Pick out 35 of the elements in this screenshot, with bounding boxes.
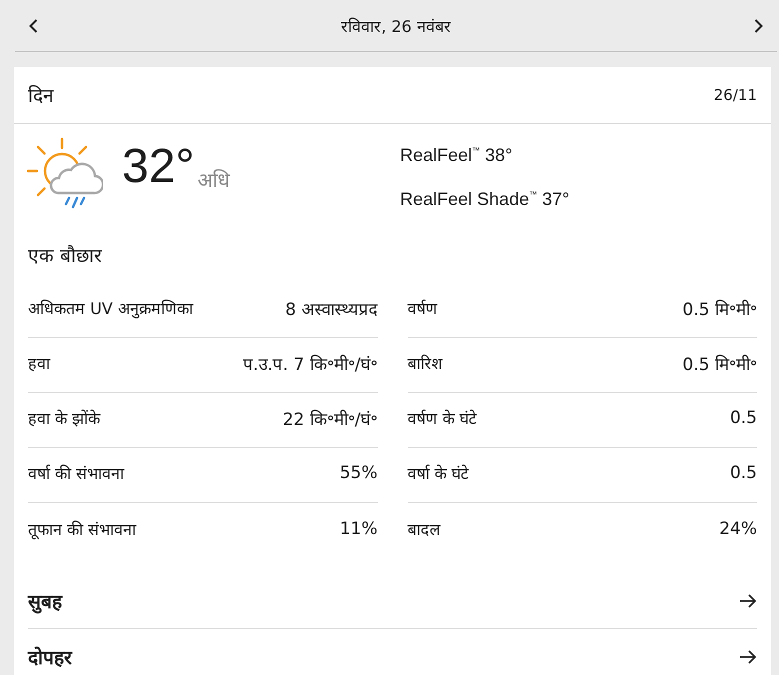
weather-phrase: एक बौछार bbox=[28, 244, 102, 269]
detail-value: 0.5 bbox=[730, 408, 757, 428]
detail-value: 0.5 मि॰मी॰ bbox=[682, 298, 757, 320]
detail-value: 0.5 bbox=[730, 463, 757, 483]
card-title: दिन bbox=[28, 84, 54, 108]
detail-label: वर्षण bbox=[408, 298, 438, 319]
card-date: 26/11 bbox=[714, 86, 757, 104]
chevron-right-icon bbox=[754, 18, 763, 32]
detail-label: अधिकतम UV अनुक्रमणिका bbox=[28, 298, 193, 319]
day-period-link[interactable]: दोपहर bbox=[28, 629, 757, 675]
detail-value: 0.5 मि॰मी॰ bbox=[682, 354, 757, 374]
date-title: रविवार, 26 नवंबर bbox=[341, 16, 451, 36]
detail-label: तूफान की संभावना bbox=[28, 518, 136, 540]
chevron-left-icon bbox=[29, 18, 38, 32]
arrow-right-icon bbox=[739, 594, 757, 608]
detail-label: बादल bbox=[408, 518, 440, 540]
detail-label: हवा के झोंके bbox=[28, 408, 100, 429]
temperature-label: अधि bbox=[198, 167, 230, 193]
detail-label: वर्षा के घंटे bbox=[408, 463, 469, 484]
detail-value: प.उ.प. 7 कि॰मी॰/घं॰ bbox=[242, 354, 378, 374]
realfeel-temperature: RealFeel$^{™}$ 38° bbox=[400, 144, 512, 167]
temperature: 32° bbox=[122, 143, 195, 191]
detail-label: हवा bbox=[28, 353, 50, 374]
arrow-right-icon bbox=[739, 650, 757, 664]
detail-value: 55% bbox=[340, 463, 378, 483]
detail-value: 8 अस्वास्थ्यप्रद bbox=[285, 298, 378, 320]
detail-value: 11% bbox=[340, 518, 378, 538]
detail-value: 22 कि॰मी॰/घं॰ bbox=[282, 408, 378, 430]
detail-label: बारिश bbox=[408, 353, 442, 374]
sun-cloud-rain-icon bbox=[27, 137, 103, 211]
day-period-link[interactable]: सुबह bbox=[28, 574, 757, 629]
detail-value: 24% bbox=[719, 518, 757, 538]
realfeel-temperature: RealFeel Shade$^{™}$ 37° bbox=[400, 188, 570, 211]
detail-label: वर्षा की संभावना bbox=[28, 463, 124, 484]
detail-label: वर्षण के घंटे bbox=[408, 408, 477, 429]
